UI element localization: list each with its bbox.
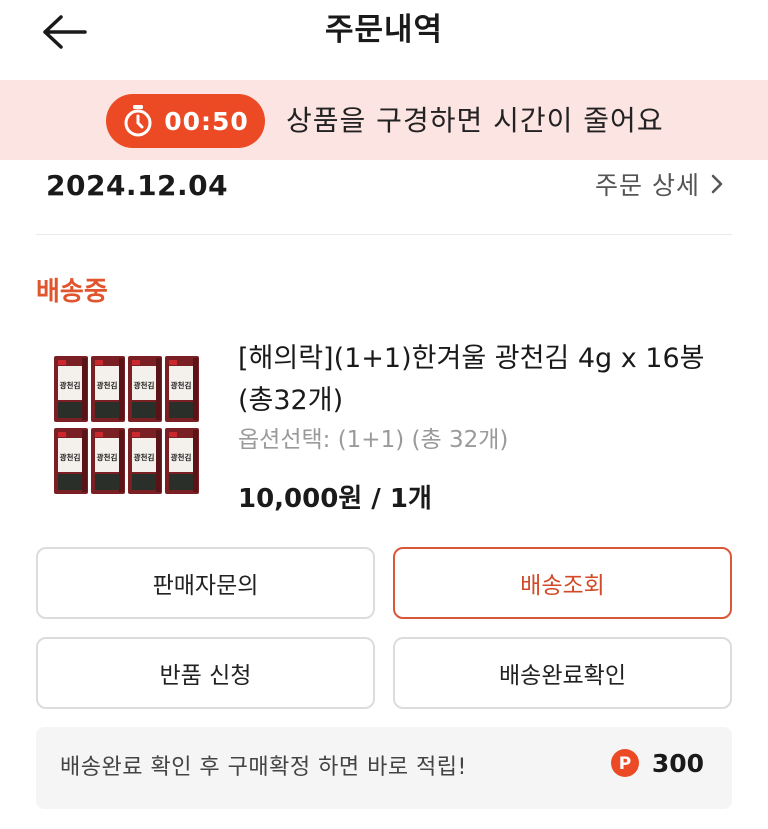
order-date: 2024.12.04 [46,169,229,202]
track-delivery-button[interactable]: 배송조회 [393,547,732,619]
pack-label: 광천김 [171,380,192,390]
confirm-delivery-button[interactable]: 배송완료확인 [393,637,732,709]
seaweed-pack: 광천김 [91,428,125,494]
reward-point-value: 300 [651,748,704,778]
seaweed-pack: 광천김 [128,428,162,494]
pack-label: 광천김 [60,380,81,390]
pack-label: 광천김 [97,452,118,462]
page-title: 주문내역 [324,12,444,48]
reward-message: 배송완료 확인 후 구매확정 하면 바로 적립! [60,755,467,780]
product-option: 옵션선택: (1+1) (총 32개) [238,427,509,453]
timer-countdown: 00:50 [164,106,249,136]
point-coin-icon: P [610,749,639,777]
product-thumbnail[interactable]: 광천김 광천김 광천김 광천김광천김 광천김 광천김 광천김 [52,352,204,500]
order-detail-label: 주문 상세 [595,171,700,200]
pack-label: 광천김 [60,452,81,462]
pack-label: 광천김 [97,380,118,390]
product-price: 10,000원 / 1개 [238,484,432,514]
pack-label: 광천김 [134,452,155,462]
pack-label: 광천김 [134,380,155,390]
pack-label: 광천김 [171,452,192,462]
seaweed-pack: 광천김 [165,428,199,494]
reward-points: P 300 [610,748,704,778]
timer-badge: 00:50 [106,94,265,148]
seaweed-pack: 광천김 [165,356,199,422]
stopwatch-icon [124,105,152,137]
return-request-button[interactable]: 반품 신청 [36,637,375,709]
seller-inquiry-button[interactable]: 판매자문의 [36,547,375,619]
seaweed-pack: 광천김 [54,356,88,422]
seaweed-pack: 광천김 [54,428,88,494]
order-detail-link[interactable]: 주문 상세 [595,166,724,202]
point-badge-letter: P [619,754,631,774]
chevron-right-icon [711,174,723,194]
timer-message: 상품을 구경하면 시간이 줄어요 [286,104,664,137]
product-title[interactable]: [해의락](1+1)한겨울 광천김 4g x 16봉 (총32개) [238,338,734,422]
header: 주문내역 [0,0,768,80]
divider [36,234,732,235]
delivery-status: 배송중 [36,277,108,307]
seaweed-pack: 광천김 [91,356,125,422]
seaweed-pack: 광천김 [128,356,162,422]
